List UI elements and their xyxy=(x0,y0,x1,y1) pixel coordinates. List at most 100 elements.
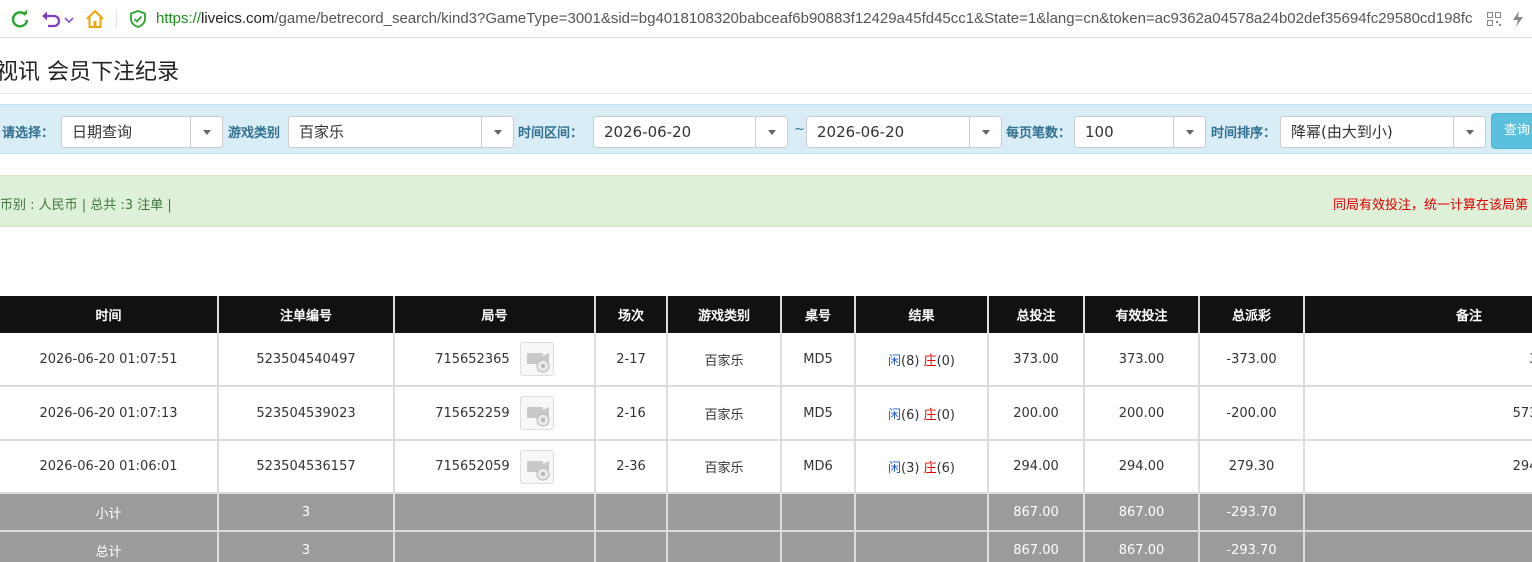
table-row: 2026-06-20 01:07:13 523504539023 7156522… xyxy=(0,386,1532,441)
result-banker-score: (0) xyxy=(936,353,955,369)
video-replay-icon[interactable] xyxy=(519,449,554,484)
video-replay-icon[interactable] xyxy=(519,396,554,430)
grandtotal-count: 3 xyxy=(218,531,395,562)
chevron-down-icon xyxy=(190,117,222,147)
home-icon[interactable] xyxy=(84,7,106,31)
date-from-select[interactable]: 2026-06-20 xyxy=(593,116,788,148)
subtotal-label: 小计 xyxy=(0,493,219,532)
chevron-down-icon xyxy=(969,117,1001,147)
result-player-label: 闲 xyxy=(887,407,901,423)
col-header-time: 时间 xyxy=(0,296,219,333)
subtotal-empty xyxy=(781,493,856,532)
subtotal-row: 小计 3 867.00 867.00 -293.70 xyxy=(0,493,1532,532)
url-path: /game/betrecord_search/kind3?GameType=30… xyxy=(274,10,1473,27)
video-replay-icon[interactable] xyxy=(519,342,554,376)
round-number: 715652365 xyxy=(435,351,510,367)
url-host: liveics.com xyxy=(201,10,275,27)
browser-toolbar: https://liveics.com/game/betrecord_searc… xyxy=(0,0,1532,38)
shield-check-icon[interactable] xyxy=(128,7,148,31)
col-header-valid-bet: 有效投注 xyxy=(1084,296,1200,333)
col-header-result: 结果 xyxy=(855,296,989,333)
address-bar[interactable]: https://liveics.com/game/betrecord_searc… xyxy=(156,9,1476,29)
subtotal-payout: -293.70 xyxy=(1199,493,1305,532)
cell-round-no: 715652365 xyxy=(394,333,596,387)
sort-order-select[interactable]: 降幂(由大到小) xyxy=(1280,116,1486,148)
result-banker-label: 庄 xyxy=(923,461,937,476)
round-number: 715652059 xyxy=(435,459,510,474)
cell-game: 百家乐 xyxy=(667,440,782,494)
subtotal-empty xyxy=(1304,493,1532,532)
grandtotal-empty xyxy=(394,531,596,562)
cell-time: 2026-06-20 01:07:13 xyxy=(0,386,219,441)
grandtotal-label: 总计 xyxy=(0,531,219,562)
grandtotal-empty xyxy=(855,531,989,562)
cell-session: 2-36 xyxy=(595,440,668,494)
query-type-select[interactable]: 日期查询 xyxy=(61,116,223,148)
grandtotal-total-bet: 867.00 xyxy=(988,531,1085,562)
col-header-note: 备注 xyxy=(1304,296,1532,333)
date-to-value: 2026-06-20 xyxy=(817,123,905,141)
select-label: 请选择： xyxy=(2,126,55,141)
result-banker-label: 庄 xyxy=(923,407,937,423)
result-player-label: 闲 xyxy=(887,353,901,369)
date-from-value: 2026-06-20 xyxy=(604,123,692,141)
cell-payout: -200.00 xyxy=(1199,386,1305,441)
chevron-down-icon xyxy=(1453,117,1485,147)
cell-total-bet-link[interactable]: 294.00 xyxy=(988,440,1085,494)
grandtotal-empty xyxy=(1304,531,1532,562)
col-header-session: 场次 xyxy=(595,296,668,333)
col-header-round-no: 局号 xyxy=(394,296,596,333)
cell-note: 573.75/373.75 xyxy=(1304,386,1532,441)
game-type-label: 游戏类别 xyxy=(228,126,281,141)
bet-records-table: 时间 注单编号 局号 场次 游戏类别 桌号 结果 总投注 有效投注 总派彩 备注… xyxy=(0,296,1532,562)
cell-result: 闲(6) 庄(0) xyxy=(855,386,989,441)
cell-result: 闲(3) 庄(6) xyxy=(855,440,989,494)
page-size-select[interactable]: 100 xyxy=(1074,116,1206,148)
undo-icon[interactable] xyxy=(40,7,74,31)
table-row: 2026-06-20 01:06:01 523504536157 7156520… xyxy=(0,440,1532,494)
time-range-label: 时间区间： xyxy=(518,126,584,141)
subtotal-empty xyxy=(855,493,989,532)
result-banker-score: (6) xyxy=(936,461,955,476)
result-player-score: (6) xyxy=(901,407,920,423)
sort-label: 时间排序： xyxy=(1211,126,1277,141)
date-to-select[interactable]: 2026-06-20 xyxy=(806,116,1002,148)
col-header-game-type: 游戏类别 xyxy=(667,296,782,333)
cell-table-no: MD6 xyxy=(781,440,856,494)
grandtotal-empty xyxy=(781,531,856,562)
cell-session: 2-16 xyxy=(595,386,668,441)
query-type-value: 日期查询 xyxy=(72,123,133,141)
filter-bar: 请选择： 日期查询 游戏类别 百家乐 时间区间： 2026-06-20 ~ 20… xyxy=(0,104,1532,154)
round-number: 715652259 xyxy=(435,405,510,421)
cell-order-no: 523504536157 xyxy=(218,440,395,494)
cell-session: 2-17 xyxy=(595,333,668,387)
result-player-label: 闲 xyxy=(887,461,901,476)
cell-game: 百家乐 xyxy=(667,386,782,441)
page-title: 视讯 会员下注纪录 xyxy=(0,60,179,85)
cell-time: 2026-06-20 01:06:01 xyxy=(0,440,219,494)
col-header-payout: 总派彩 xyxy=(1199,296,1305,333)
page-size-value: 100 xyxy=(1085,123,1114,141)
col-header-order-no: 注单编号 xyxy=(218,296,395,333)
table-header-row: 时间 注单编号 局号 场次 游戏类别 桌号 结果 总投注 有效投注 总派彩 备注 xyxy=(0,296,1532,333)
cell-payout: 279.30 xyxy=(1199,440,1305,494)
grandtotal-empty xyxy=(667,531,782,562)
grandtotal-payout: -293.70 xyxy=(1199,531,1305,562)
chevron-down-icon xyxy=(481,117,513,147)
lightning-icon[interactable] xyxy=(1510,7,1526,31)
cell-game: 百家乐 xyxy=(667,333,782,387)
qr-code-icon[interactable] xyxy=(1486,7,1502,31)
summary-notice: 同局有效投注，统一计算在该局第 xyxy=(1333,198,1529,213)
refresh-icon[interactable] xyxy=(8,7,32,31)
result-banker-label: 庄 xyxy=(923,353,937,369)
game-type-select[interactable]: 百家乐 xyxy=(288,116,514,148)
chevron-down-icon xyxy=(755,117,787,147)
cell-total-bet-link[interactable]: 373.00 xyxy=(988,333,1085,387)
game-type-value: 百家乐 xyxy=(299,123,345,141)
query-button[interactable]: 查询 xyxy=(1491,113,1532,149)
cell-order-no: 523504539023 xyxy=(218,386,395,441)
cell-total-bet-link[interactable]: 200.00 xyxy=(988,386,1085,441)
url-scheme: https:// xyxy=(156,10,202,27)
cell-result: 闲(8) 庄(0) xyxy=(855,333,989,387)
range-separator: ~ xyxy=(794,122,805,137)
